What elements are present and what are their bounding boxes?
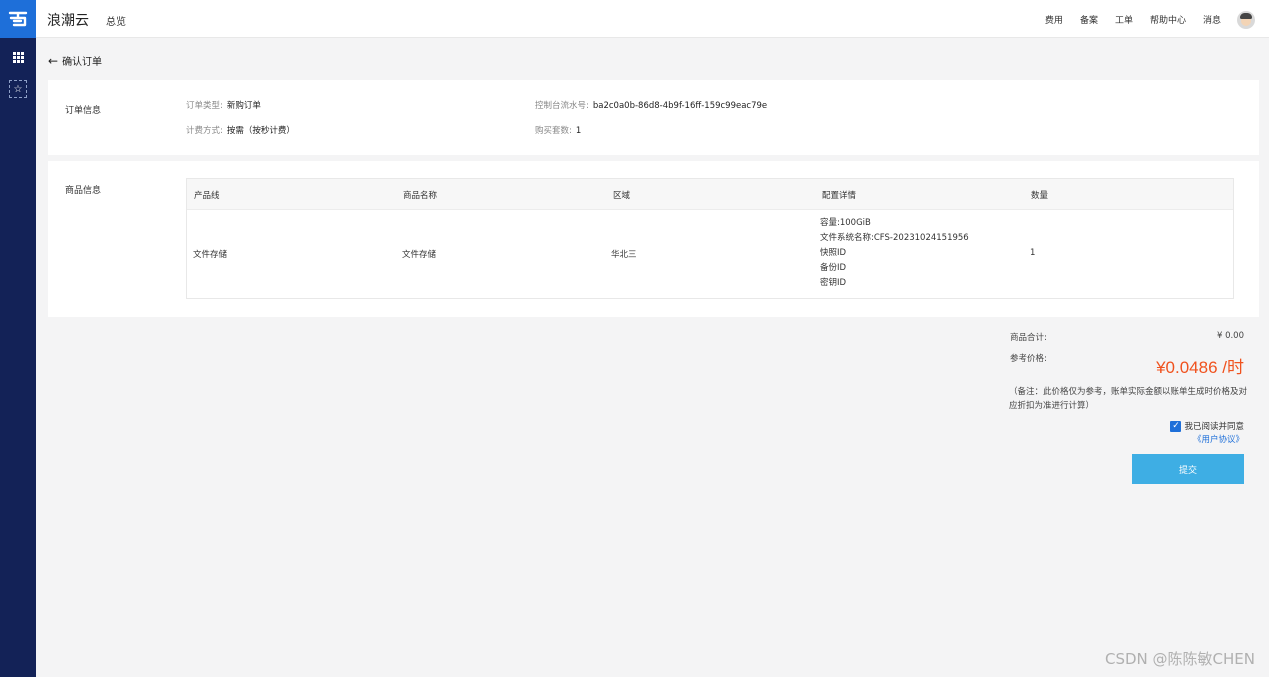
ref-price-value: ¥0.0486 /时 (1156, 358, 1244, 377)
detail-snapshot-id: 快照ID (820, 248, 847, 258)
col-config-details: 配置详情 (822, 191, 857, 201)
user-agreement-link[interactable]: 《用户协议》 (1193, 433, 1244, 445)
cell-quantity: 1 (1030, 248, 1036, 258)
agree-text: 我已阅读并同意 (1184, 422, 1244, 432)
cell-region: 华北三 (611, 250, 637, 260)
order-type-field: 订单类型: 新购订单 (186, 99, 261, 111)
col-product-name: 商品名称 (403, 191, 438, 201)
total-label: 商品合计: (1010, 333, 1047, 343)
nav-fees[interactable]: 费用 (1045, 13, 1063, 26)
count-field: 购买套数: 1 (535, 124, 581, 136)
serial-value: ba2c0a0b-86d8-4b9f-16ff-159c99eac79e (592, 101, 768, 111)
nav-filing[interactable]: 备案 (1080, 13, 1098, 26)
apps-grid-icon[interactable] (9, 48, 27, 66)
agree-row: ✓ 我已阅读并同意 (1170, 420, 1244, 432)
col-quantity: 数量 (1031, 191, 1049, 201)
detail-backup-id: 备份ID (820, 263, 847, 273)
product-table: 产品线 商品名称 区域 配置详情 数量 文件存储 文件存储 华北三 容量:100… (186, 178, 1234, 299)
page-title-text: 确认订单 (62, 57, 103, 68)
detail-fs-name: 文件系统名称:CFS-20231024151956 (820, 233, 969, 243)
top-header: 浪潮云 总览 费用 备案 工单 帮助中心 消息 (36, 0, 1269, 38)
product-info-label: 商品信息 (65, 186, 102, 196)
serial-key: 控制台流水号: (535, 101, 589, 111)
back-arrow-icon[interactable]: ← (48, 55, 58, 67)
product-info-card: 商品信息 产品线 商品名称 区域 配置详情 数量 文件存储 文件存储 华北三 容… (48, 161, 1259, 317)
order-type-key: 订单类型: (186, 101, 223, 111)
count-key: 购买套数: (535, 126, 572, 136)
billing-key: 计费方式: (186, 126, 223, 136)
agree-checkbox[interactable]: ✓ (1170, 420, 1182, 432)
cell-product-name: 文件存储 (402, 250, 437, 260)
detail-key-id: 密钥ID (820, 278, 847, 288)
nav-help-center[interactable]: 帮助中心 (1150, 13, 1186, 26)
detail-capacity: 容量:100GiB (820, 218, 871, 228)
serial-field: 控制台流水号: ba2c0a0b-86d8-4b9f-16ff-159c99eac… (535, 99, 767, 111)
logo-icon (8, 11, 28, 27)
logo[interactable] (0, 0, 36, 38)
nav-tickets[interactable]: 工单 (1115, 13, 1133, 26)
top-nav: 费用 备案 工单 帮助中心 消息 (1028, 13, 1221, 26)
table-header: 产品线 商品名称 区域 配置详情 数量 (187, 179, 1233, 210)
ref-price-label: 参考价格: (1010, 354, 1047, 364)
count-value: 1 (575, 126, 582, 136)
brand-name[interactable]: 浪潮云 (47, 10, 89, 30)
submit-button[interactable]: 提交 (1132, 454, 1244, 484)
price-remark: （备注：此价格仅为参考，账单实际金额以账单生成时价格及对应折扣为准进行计算） (1009, 387, 1248, 411)
watermark: CSDN @陈陈敏CHEN (1105, 650, 1255, 668)
billing-value: 按需（按秒计费） (226, 126, 295, 136)
total-value: ¥ 0.00 (1216, 331, 1244, 341)
col-region: 区域 (613, 191, 631, 201)
sidebar: ☆ (0, 0, 36, 677)
favorites-star-icon[interactable]: ☆ (9, 80, 27, 98)
nav-messages[interactable]: 消息 (1203, 13, 1221, 26)
col-product-line: 产品线 (194, 191, 220, 201)
order-info-label: 订单信息 (65, 106, 102, 116)
order-info-card: 订单信息 订单类型: 新购订单 计费方式: 按需（按秒计费） 控制台流水号: ba2c… (48, 80, 1259, 155)
billing-field: 计费方式: 按需（按秒计费） (186, 124, 295, 136)
page-title: ← 确认订单 (48, 53, 103, 69)
cell-config-details: 容量:100GiB 文件系统名称:CFS-20231024151956 快照ID… (820, 216, 969, 291)
user-avatar[interactable] (1237, 11, 1255, 29)
nav-overview[interactable]: 总览 (106, 13, 126, 28)
cell-product-line: 文件存储 (193, 250, 228, 260)
order-type-value: 新购订单 (226, 101, 261, 111)
